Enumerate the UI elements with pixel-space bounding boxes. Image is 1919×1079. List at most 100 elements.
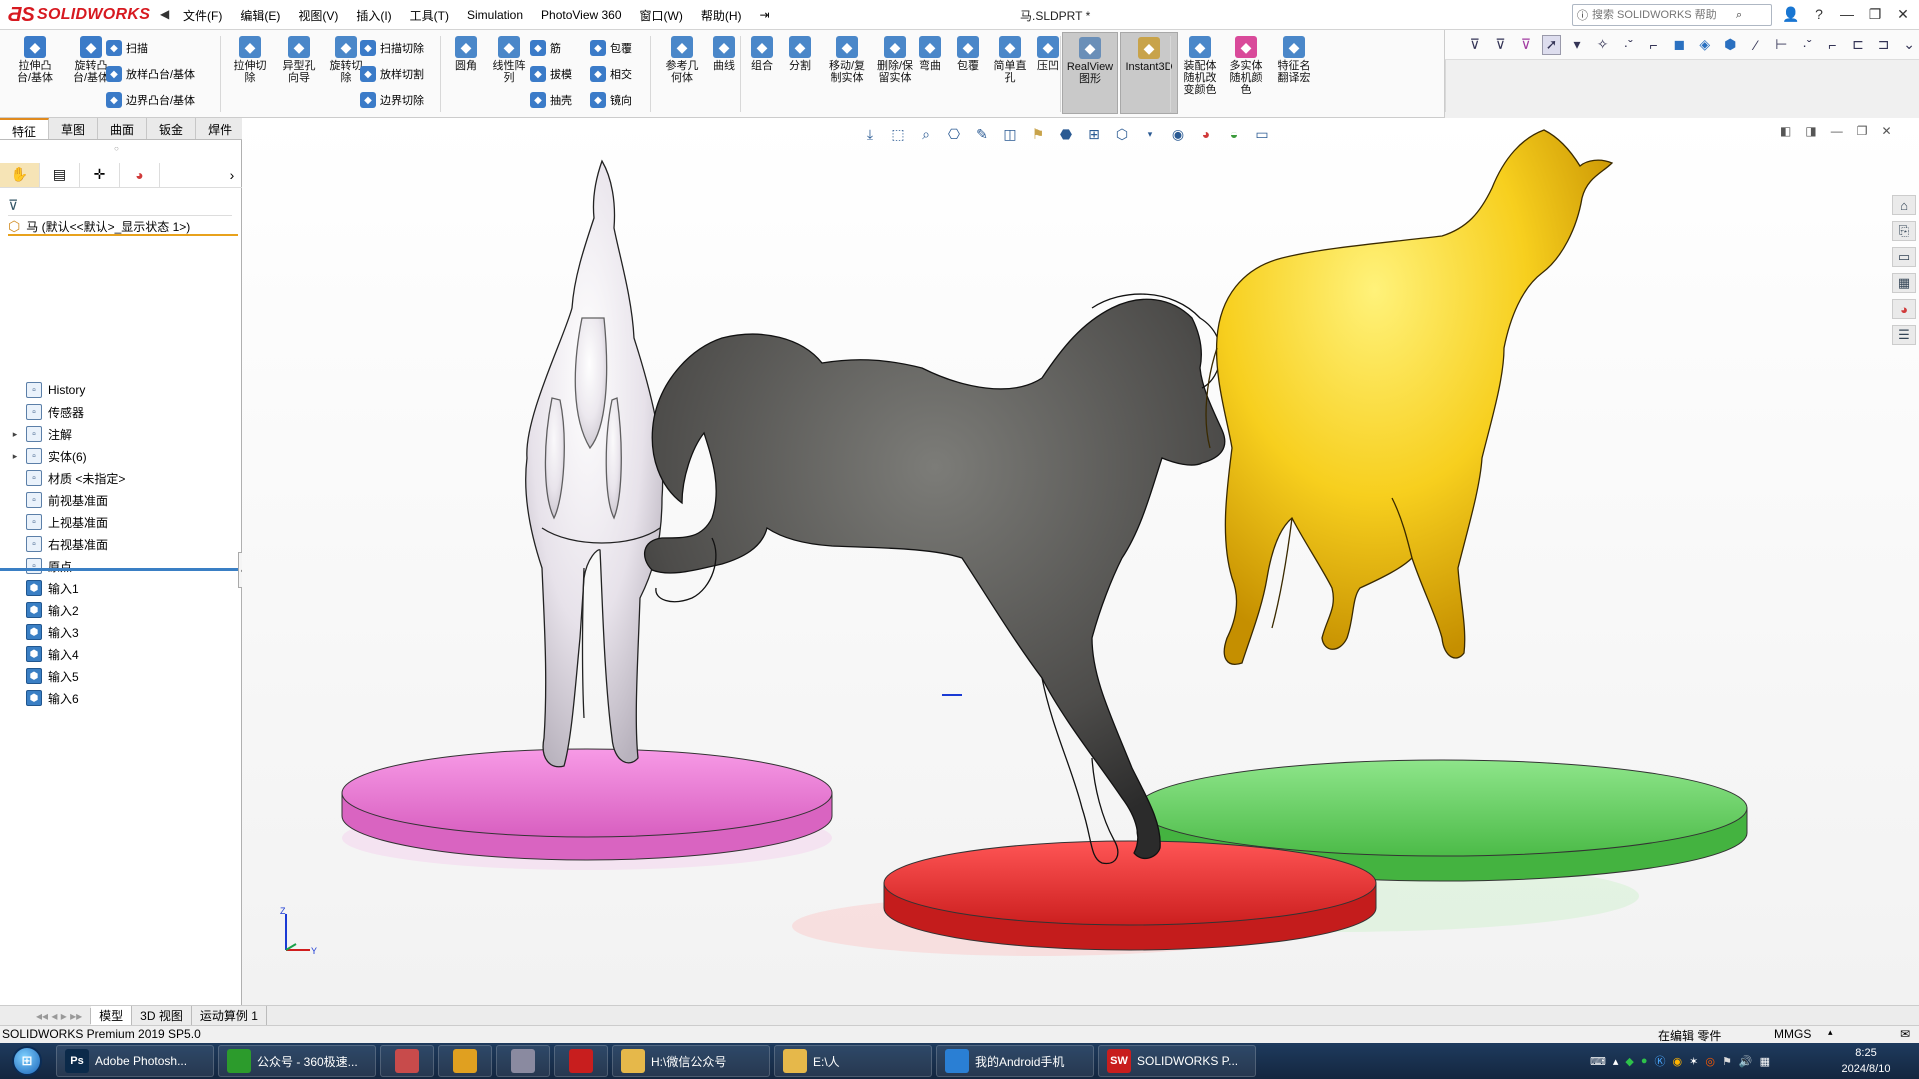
- menu-file[interactable]: 文件(F): [175, 4, 230, 27]
- menu-collapse-icon[interactable]: ◀: [160, 7, 169, 21]
- viewport-tile-icon[interactable]: ◧: [1780, 124, 1791, 138]
- search-icon[interactable]: ⌕: [1736, 9, 1742, 22]
- flex-button[interactable]: ◆ 弯曲: [912, 32, 948, 114]
- tree-item[interactable]: ⬢ 输入1: [10, 578, 79, 598]
- filter-toggle-icon[interactable]: ⊽: [1491, 35, 1511, 55]
- sketch-select-icon[interactable]: ⊏: [1848, 35, 1868, 55]
- keyboard-icon[interactable]: ⌨: [1590, 1055, 1606, 1068]
- assembly-color-button[interactable]: ◆ 装配体 随机改 变颜色: [1176, 32, 1224, 114]
- wrap-big-button[interactable]: ◆ 包覆: [948, 32, 988, 114]
- status-units[interactable]: MMGS: [1774, 1027, 1811, 1041]
- menu-edit[interactable]: 编辑(E): [232, 4, 288, 27]
- gold-horse[interactable]: [1205, 129, 1614, 665]
- user-icon[interactable]: 👤: [1780, 3, 1802, 25]
- configuration-manager-tab-icon[interactable]: ✛: [80, 162, 120, 187]
- mirror-button[interactable]: ◆ 镜向: [590, 92, 632, 108]
- vertex-icon[interactable]: ·ˇ: [1618, 35, 1638, 55]
- feature-manager-tab-icon[interactable]: ✋: [0, 162, 40, 187]
- tab-motion-study[interactable]: 运动算例 1: [192, 1006, 267, 1025]
- view-dropdown-icon[interactable]: ▾: [1140, 124, 1160, 144]
- tree-item[interactable]: ⬢ 输入4: [10, 644, 79, 664]
- appearances-icon[interactable]: ◕: [1892, 299, 1916, 319]
- tree-item[interactable]: ⬢ 输入3: [10, 622, 79, 642]
- graphics-area[interactable]: [242, 118, 1919, 1005]
- dimension-select-icon[interactable]: ⊐: [1874, 35, 1894, 55]
- multibody-color-button[interactable]: ◆ 多实体 随机颜 色: [1222, 32, 1270, 114]
- view-orientation-icon[interactable]: ◫: [1000, 124, 1020, 144]
- tray-flag-icon[interactable]: ⚑: [1722, 1055, 1732, 1068]
- taskbar-button-8[interactable]: 我的Android手机: [936, 1045, 1094, 1077]
- white-horse[interactable]: [525, 159, 664, 768]
- tree-item[interactable]: ▫ 前视基准面: [10, 490, 108, 510]
- solidworks-logo[interactable]: ƋS SOLIDWORKS: [8, 3, 158, 27]
- toolbar-expand-icon[interactable]: ⌄: [1899, 35, 1919, 55]
- taskbar-button-1[interactable]: 公众号 - 360极速...: [218, 1045, 376, 1077]
- tree-item[interactable]: ▸ ▫ 实体(6): [10, 446, 87, 466]
- expand-arrow-icon[interactable]: ▸: [10, 429, 20, 440]
- taskbar-button-0[interactable]: Ps Adobe Photosh...: [56, 1045, 214, 1077]
- menu-photoview[interactable]: PhotoView 360: [533, 5, 630, 25]
- view-palette-icon[interactable]: ▦: [1892, 273, 1916, 293]
- help-search[interactable]: ⓘ ⌕: [1572, 4, 1772, 26]
- swept-cut-button[interactable]: ◆ 扫描切除: [360, 40, 424, 56]
- tree-item[interactable]: ▫ 传感器: [10, 402, 84, 422]
- command-tab-0[interactable]: 特征: [0, 118, 50, 139]
- tree-item[interactable]: ▸ ▫ 注解: [10, 424, 72, 444]
- sketch-point-icon[interactable]: ⁄: [1746, 35, 1766, 55]
- edge-icon[interactable]: ⌐: [1644, 35, 1664, 55]
- tree-filter[interactable]: ⊽: [8, 196, 232, 216]
- rollback-bar[interactable]: [0, 568, 240, 571]
- tray-shield-icon[interactable]: ◉: [1673, 1055, 1683, 1068]
- command-tab-4[interactable]: 焊件: [196, 118, 246, 139]
- boundary-boss-button[interactable]: ◆ 边界凸台/基体: [106, 92, 195, 108]
- pink-base[interactable]: [341, 748, 833, 861]
- select-other-icon[interactable]: ✧: [1593, 35, 1613, 55]
- wrap-button[interactable]: ◆ 包覆: [590, 40, 632, 56]
- face-icon[interactable]: ◼: [1669, 35, 1689, 55]
- axis-icon[interactable]: ⊢: [1772, 35, 1792, 55]
- command-tab-1[interactable]: 草图: [49, 118, 99, 139]
- viewport-minimize-icon[interactable]: —: [1831, 124, 1843, 138]
- filter-icon[interactable]: ⊽: [1465, 35, 1485, 55]
- menu-insert[interactable]: 插入(I): [348, 4, 399, 27]
- command-tab-3[interactable]: 钣金: [147, 118, 197, 139]
- tray-k-icon[interactable]: Ⓚ: [1655, 1053, 1666, 1069]
- fillet-button[interactable]: ◆ 圆角: [446, 32, 486, 114]
- tab-model[interactable]: 模型: [91, 1006, 133, 1025]
- help-question-icon[interactable]: ?: [1808, 3, 1830, 25]
- volume-icon[interactable]: 🔊: [1739, 1055, 1753, 1068]
- close-icon[interactable]: ✕: [1892, 3, 1914, 25]
- menu-tools[interactable]: 工具(T): [402, 4, 457, 27]
- vertex-select-icon[interactable]: ·ˇ: [1797, 35, 1817, 55]
- lofted-cut-button[interactable]: ◆ 放样切割: [360, 66, 424, 82]
- boundary-cut-button[interactable]: ◆ 边界切除: [360, 92, 424, 108]
- wechat-icon[interactable]: ●: [1641, 1055, 1648, 1067]
- minimize-icon[interactable]: —: [1836, 3, 1858, 25]
- tree-root[interactable]: ⬡ 马 (默认<<默认>_显示状态 1>): [8, 218, 238, 236]
- filter-edges-icon[interactable]: ⊽: [1516, 35, 1536, 55]
- shell-button[interactable]: ◆ 抽壳: [530, 92, 572, 108]
- linear-pattern-button[interactable]: ◆ 线性阵 列: [486, 32, 532, 114]
- select-arrow-icon[interactable]: ➚: [1541, 34, 1562, 55]
- intersect-button[interactable]: ◆ 相交: [590, 66, 632, 82]
- display-manager-tab-icon[interactable]: ◕: [120, 162, 160, 187]
- tray-tool-icon[interactable]: ✶: [1689, 1055, 1698, 1068]
- taskbar-button-7[interactable]: E:\人: [774, 1045, 932, 1077]
- plane-select-icon[interactable]: ⌐: [1823, 35, 1843, 55]
- model-render[interactable]: [242, 118, 1919, 1005]
- scene-icon[interactable]: ◕: [1196, 124, 1216, 144]
- status-feedback-icon[interactable]: ✉: [1900, 1027, 1910, 1041]
- menu-simulation[interactable]: Simulation: [459, 5, 531, 25]
- property-manager-tab-icon[interactable]: ▤: [40, 162, 80, 187]
- taskbar-clock[interactable]: 8:25 2024/8/10: [1826, 1045, 1906, 1077]
- rib-button[interactable]: ◆ 筋: [530, 40, 561, 56]
- select-dropdown-icon[interactable]: ▾: [1567, 35, 1587, 55]
- loft-button[interactable]: ◆ 放样凸台/基体: [106, 66, 195, 82]
- extrude-cut-button[interactable]: ◆ 拉伸切 除: [224, 32, 276, 114]
- taskbar-button-2[interactable]: [380, 1045, 434, 1077]
- network-icon[interactable]: ▦: [1760, 1055, 1770, 1068]
- red-base[interactable]: [883, 840, 1377, 951]
- extrude-boss-button[interactable]: ◆ 拉伸凸 台/基体: [6, 32, 64, 114]
- solidworks-resources-icon[interactable]: ⌂: [1892, 195, 1916, 215]
- tree-item[interactable]: ▫ 上视基准面: [10, 512, 108, 532]
